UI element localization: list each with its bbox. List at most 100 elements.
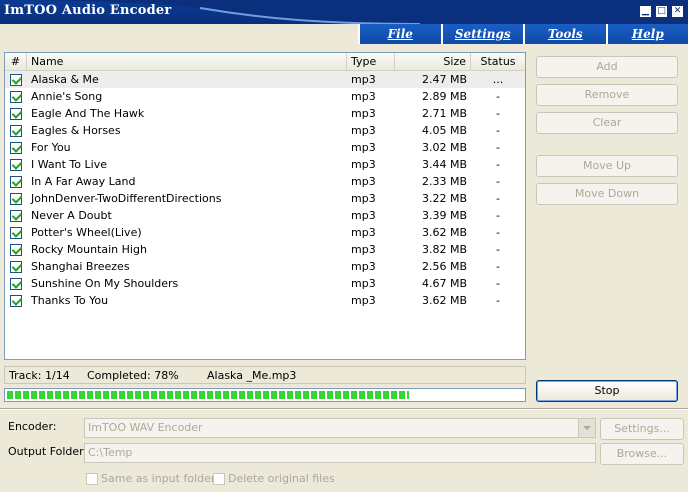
row-type: mp3 bbox=[351, 243, 376, 256]
minimize-button[interactable]: ▁ bbox=[639, 5, 652, 18]
stop-button[interactable]: Stop bbox=[536, 380, 678, 402]
checkbox-checked-icon[interactable] bbox=[10, 226, 22, 239]
encoder-select[interactable]: ImTOO WAV Encoder bbox=[84, 418, 596, 438]
output-folder-input[interactable]: C:\Temp bbox=[84, 443, 596, 463]
menu-help[interactable]: Help bbox=[605, 24, 688, 44]
row-status: - bbox=[496, 124, 500, 137]
add-button[interactable]: Add bbox=[536, 56, 678, 78]
table-row[interactable]: In A Far Away Land mp3 2.33 MB - bbox=[5, 173, 525, 190]
table-row[interactable]: Eagles & Horses mp3 4.05 MB - bbox=[5, 122, 525, 139]
browse-button[interactable]: Browse... bbox=[600, 443, 684, 465]
checkbox-checked-icon[interactable] bbox=[10, 73, 22, 86]
row-status: - bbox=[496, 260, 500, 273]
row-size: 4.67 MB bbox=[421, 277, 467, 290]
separator bbox=[0, 408, 688, 410]
status-line: Track: 1/14 Completed: 78% Alaska _Me.mp… bbox=[4, 366, 526, 384]
column-size-header[interactable]: Size bbox=[395, 53, 471, 70]
row-checkbox-cell bbox=[5, 141, 27, 154]
output-folder-value: C:\Temp bbox=[88, 446, 133, 459]
table-row[interactable]: Thanks To You mp3 3.62 MB - bbox=[5, 292, 525, 309]
column-status-header[interactable]: Status bbox=[471, 53, 525, 70]
row-type: mp3 bbox=[351, 209, 376, 222]
row-checkbox-cell bbox=[5, 175, 27, 188]
encoder-value: ImTOO WAV Encoder bbox=[88, 421, 203, 434]
track-status: Track: 1/14 bbox=[9, 368, 70, 382]
list-header: # Name Type Size Status bbox=[5, 53, 525, 71]
current-file-status: Alaska _Me.mp3 bbox=[207, 368, 297, 382]
table-row[interactable]: Alaska & Me mp3 2.47 MB... bbox=[5, 71, 525, 88]
row-checkbox-cell bbox=[5, 90, 27, 103]
table-row[interactable]: Potter's Wheel(Live) mp3 3.62 MB - bbox=[5, 224, 525, 241]
row-size: 2.89 MB bbox=[421, 90, 467, 103]
row-size: 2.33 MB bbox=[421, 175, 467, 188]
move-up-button[interactable]: Move Up bbox=[536, 155, 678, 177]
file-list[interactable]: # Name Type Size Status Alaska & Me mp3 2.… bbox=[4, 52, 526, 360]
checkbox-checked-icon[interactable] bbox=[10, 192, 22, 205]
move-down-button[interactable]: Move Down bbox=[536, 183, 678, 205]
row-checkbox-cell bbox=[5, 294, 27, 307]
menu-file[interactable]: File bbox=[358, 24, 441, 44]
checkbox-checked-icon[interactable] bbox=[10, 260, 22, 273]
row-name: Annie's Song bbox=[31, 90, 103, 103]
row-size: 3.62 MB bbox=[421, 226, 467, 239]
row-name: JohnDenver-TwoDifferentDirections bbox=[31, 192, 222, 205]
checkbox-checked-icon[interactable] bbox=[10, 90, 22, 103]
row-name: Eagle And The Hawk bbox=[31, 107, 145, 120]
row-name: Thanks To You bbox=[31, 294, 109, 307]
table-row[interactable]: Never A Doubt mp3 3.39 MB - bbox=[5, 207, 525, 224]
checkbox-checked-icon[interactable] bbox=[10, 158, 22, 171]
clear-button[interactable]: Clear bbox=[536, 112, 678, 134]
table-row[interactable]: Annie's Song mp3 2.89 MB - bbox=[5, 88, 525, 105]
row-name: For You bbox=[31, 141, 71, 154]
remove-button[interactable]: Remove bbox=[536, 84, 678, 106]
column-type-header[interactable]: Type bbox=[347, 53, 395, 70]
checkbox-checked-icon[interactable] bbox=[10, 294, 22, 307]
checkbox-checked-icon[interactable] bbox=[10, 124, 22, 137]
table-row[interactable]: Eagle And The Hawk mp3 2.71 MB - bbox=[5, 105, 525, 122]
row-checkbox-cell bbox=[5, 158, 27, 171]
row-type: mp3 bbox=[351, 107, 376, 120]
row-size: 3.02 MB bbox=[421, 141, 467, 154]
row-status: ... bbox=[492, 73, 504, 86]
row-name: Eagles & Horses bbox=[31, 124, 121, 137]
chevron-down-icon[interactable] bbox=[578, 419, 595, 437]
row-status: - bbox=[496, 294, 500, 307]
checkbox-checked-icon[interactable] bbox=[10, 141, 22, 154]
checkbox-checked-icon[interactable] bbox=[10, 243, 22, 256]
row-status: - bbox=[496, 141, 500, 154]
row-type: mp3 bbox=[351, 277, 376, 290]
row-name: Rocky Mountain High bbox=[31, 243, 147, 256]
row-checkbox-cell bbox=[5, 107, 27, 120]
row-status: - bbox=[496, 107, 500, 120]
same-as-input-checkbox[interactable] bbox=[86, 473, 98, 485]
row-status: - bbox=[496, 277, 500, 290]
column-index-header[interactable]: # bbox=[5, 53, 27, 70]
close-button[interactable]: ✕ bbox=[671, 5, 684, 18]
delete-original-checkbox[interactable] bbox=[213, 473, 225, 485]
row-type: mp3 bbox=[351, 226, 376, 239]
checkbox-checked-icon[interactable] bbox=[10, 175, 22, 188]
table-row[interactable]: Sunshine On My Shoulders mp3 4.67 MB - bbox=[5, 275, 525, 292]
checkbox-checked-icon[interactable] bbox=[10, 209, 22, 222]
row-checkbox-cell bbox=[5, 209, 27, 222]
menu-tools[interactable]: Tools bbox=[523, 24, 606, 44]
row-name: Alaska & Me bbox=[31, 73, 99, 86]
table-row[interactable]: JohnDenver-TwoDifferentDirections mp3 3.22… bbox=[5, 190, 525, 207]
row-type: mp3 bbox=[351, 73, 376, 86]
checkbox-checked-icon[interactable] bbox=[10, 277, 22, 290]
table-row[interactable]: Shanghai Breezes mp3 2.56 MB - bbox=[5, 258, 525, 275]
checkbox-checked-icon[interactable] bbox=[10, 107, 22, 120]
row-size: 3.62 MB bbox=[421, 294, 467, 307]
row-name: Sunshine On My Shoulders bbox=[31, 277, 179, 290]
column-name-header[interactable]: Name bbox=[27, 53, 347, 70]
menu-settings[interactable]: Settings bbox=[440, 24, 523, 44]
row-size: 3.39 MB bbox=[421, 209, 467, 222]
row-size: 3.22 MB bbox=[421, 192, 467, 205]
table-row[interactable]: I Want To Live mp3 3.44 MB - bbox=[5, 156, 525, 173]
encoder-settings-button[interactable]: Settings... bbox=[600, 418, 684, 440]
row-type: mp3 bbox=[351, 294, 376, 307]
table-row[interactable]: For You mp3 3.02 MB - bbox=[5, 139, 525, 156]
same-as-input-label: Same as input folder bbox=[101, 472, 216, 485]
maximize-button[interactable]: □ bbox=[655, 5, 668, 18]
table-row[interactable]: Rocky Mountain High mp3 3.82 MB - bbox=[5, 241, 525, 258]
